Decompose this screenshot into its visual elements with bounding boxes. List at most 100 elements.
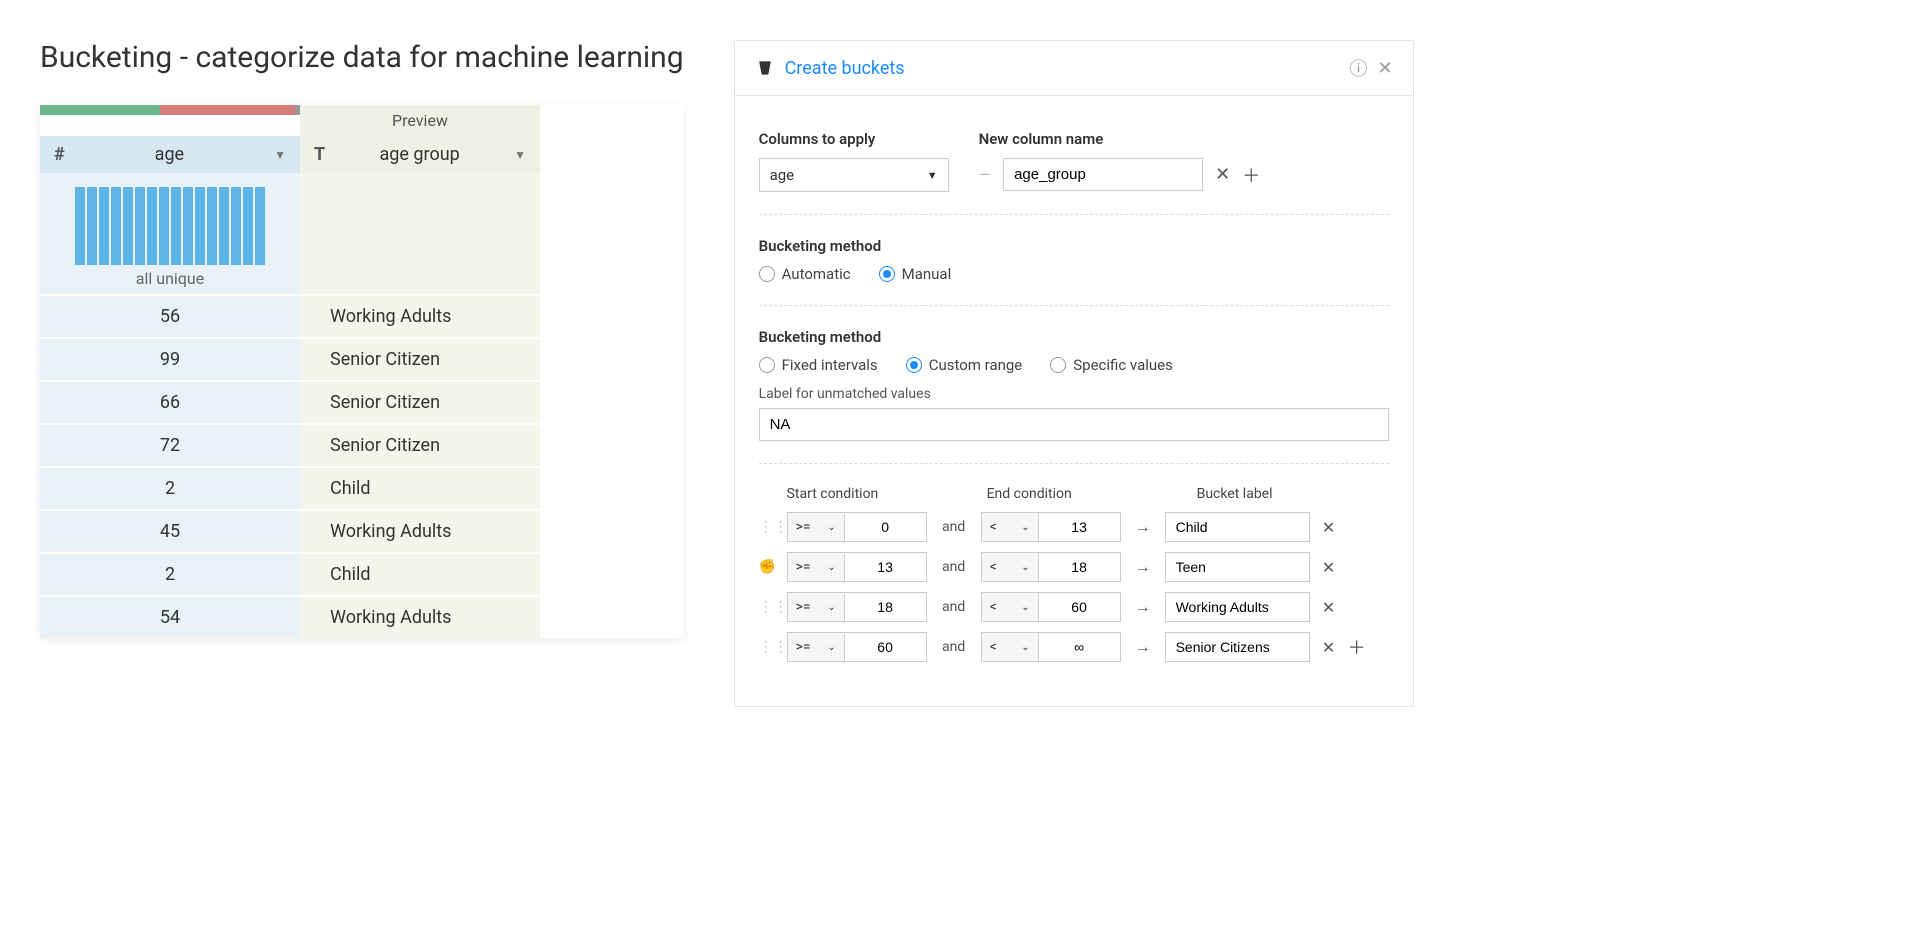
condition-row: ⋮⋮ >=⌄ and <⌄ → ✕ ＋ (759, 632, 1389, 662)
group-cell: Child (300, 552, 540, 595)
table-row: 2Child (40, 466, 684, 509)
grab-cursor-icon[interactable]: ✊ (759, 559, 777, 575)
table-row: 2Child (40, 552, 684, 595)
new-column-name-input[interactable] (1003, 158, 1203, 191)
column-header-age-group[interactable]: T age group ▼ (300, 136, 540, 173)
chevron-down-icon: ▼ (927, 169, 938, 182)
drag-handle-icon[interactable]: ⋮⋮ (759, 519, 777, 535)
group-cell: Senior Citizen (300, 423, 540, 466)
and-label: and (937, 559, 971, 575)
age-cell: 54 (40, 595, 300, 638)
bucket-label-input[interactable] (1165, 552, 1310, 582)
table-row: 45Working Adults (40, 509, 684, 552)
close-icon[interactable]: ✕ (1378, 58, 1393, 79)
start-value-input[interactable] (845, 592, 927, 622)
group-cell: Working Adults (300, 595, 540, 638)
histogram-icon (60, 185, 280, 265)
histogram-cell-preview (300, 173, 540, 294)
preview-header: Preview (300, 105, 540, 136)
arrow-icon: → (1131, 597, 1155, 617)
help-icon[interactable]: ⓘ (1350, 55, 1368, 81)
create-buckets-panel: Create buckets ⓘ ✕ Columns to apply age … (734, 40, 1414, 707)
column-header-age[interactable]: # age ▼ (40, 136, 300, 173)
group-cell: Working Adults (300, 509, 540, 552)
remove-row-icon[interactable]: ✕ (1320, 598, 1338, 617)
arrow-icon: → (1131, 517, 1155, 537)
table-row: 54Working Adults (40, 595, 684, 638)
radio-specific-values[interactable]: Specific values (1050, 356, 1173, 374)
end-value-input[interactable] (1039, 552, 1121, 582)
condition-row: ✊ >=⌄ and <⌄ → ✕ (759, 552, 1389, 582)
unmatched-label: Label for unmatched values (759, 386, 1389, 402)
column-name: age (73, 144, 266, 165)
age-cell: 99 (40, 337, 300, 380)
bucket-label-input[interactable] (1165, 592, 1310, 622)
age-cell: 72 (40, 423, 300, 466)
condition-row: ⋮⋮ >=⌄ and <⌄ → ✕ (759, 592, 1389, 622)
radio-manual[interactable]: Manual (879, 265, 952, 283)
start-operator-select[interactable]: >=⌄ (787, 592, 845, 622)
age-cell: 2 (40, 552, 300, 595)
column-name: age group (333, 144, 506, 165)
start-operator-select[interactable]: >=⌄ (787, 512, 845, 542)
columns-to-apply-label: Columns to apply (759, 130, 949, 148)
bucket-label-input[interactable] (1165, 632, 1310, 662)
page-title: Bucketing - categorize data for machine … (40, 40, 684, 75)
data-preview-table: Preview # age ▼ T age group ▼ (40, 105, 684, 638)
end-condition-header: End condition (987, 486, 1197, 502)
group-cell: Senior Citizen (300, 337, 540, 380)
unique-label: all unique (60, 269, 280, 288)
start-value-input[interactable] (845, 632, 927, 662)
arrow-icon: → (1131, 557, 1155, 577)
panel-title: Create buckets (785, 58, 1340, 79)
radio-automatic[interactable]: Automatic (759, 265, 851, 283)
start-condition-header: Start condition (787, 486, 987, 502)
clear-icon[interactable]: ✕ (1215, 164, 1230, 185)
start-value-input[interactable] (845, 512, 927, 542)
unmatched-value-input[interactable] (759, 408, 1389, 441)
add-icon[interactable]: ＋ (1242, 162, 1260, 188)
age-cell: 56 (40, 294, 300, 337)
group-cell: Working Adults (300, 294, 540, 337)
chevron-down-icon[interactable]: ▼ (514, 148, 526, 162)
histogram-cell: all unique (40, 173, 300, 294)
hash-icon: # (54, 144, 65, 165)
connector-icon: — (979, 165, 992, 184)
and-label: and (937, 599, 971, 615)
column-select[interactable]: age ▼ (759, 158, 949, 192)
end-operator-select[interactable]: <⌄ (981, 592, 1039, 622)
bucket-label-header: Bucket label (1197, 486, 1389, 502)
and-label: and (937, 639, 971, 655)
bucket-label-input[interactable] (1165, 512, 1310, 542)
age-cell: 2 (40, 466, 300, 509)
end-operator-select[interactable]: <⌄ (981, 552, 1039, 582)
drag-handle-icon[interactable]: ⋮⋮ (759, 639, 777, 655)
start-operator-select[interactable]: >=⌄ (787, 632, 845, 662)
radio-fixed-intervals[interactable]: Fixed intervals (759, 356, 878, 374)
condition-row: ⋮⋮ >=⌄ and <⌄ → ✕ (759, 512, 1389, 542)
column-quality-bar (40, 105, 300, 115)
end-operator-select[interactable]: <⌄ (981, 512, 1039, 542)
remove-row-icon[interactable]: ✕ (1320, 638, 1338, 657)
start-operator-select[interactable]: >=⌄ (787, 552, 845, 582)
table-row: 72Senior Citizen (40, 423, 684, 466)
age-cell: 45 (40, 509, 300, 552)
text-type-icon: T (314, 144, 325, 165)
end-value-input[interactable] (1039, 592, 1121, 622)
group-cell: Senior Citizen (300, 380, 540, 423)
bucketing-method-label: Bucketing method (759, 237, 1389, 255)
bucket-icon (755, 58, 775, 78)
end-value-input[interactable] (1039, 512, 1121, 542)
table-row: 66Senior Citizen (40, 380, 684, 423)
remove-row-icon[interactable]: ✕ (1320, 558, 1338, 577)
remove-row-icon[interactable]: ✕ (1320, 518, 1338, 537)
table-row: 56Working Adults (40, 294, 684, 337)
radio-custom-range[interactable]: Custom range (906, 356, 1023, 374)
add-row-icon[interactable]: ＋ (1348, 634, 1366, 660)
start-value-input[interactable] (845, 552, 927, 582)
end-operator-select[interactable]: <⌄ (981, 632, 1039, 662)
end-value-input[interactable] (1039, 632, 1121, 662)
chevron-down-icon[interactable]: ▼ (274, 148, 286, 162)
drag-handle-icon[interactable]: ⋮⋮ (759, 599, 777, 615)
group-cell: Child (300, 466, 540, 509)
